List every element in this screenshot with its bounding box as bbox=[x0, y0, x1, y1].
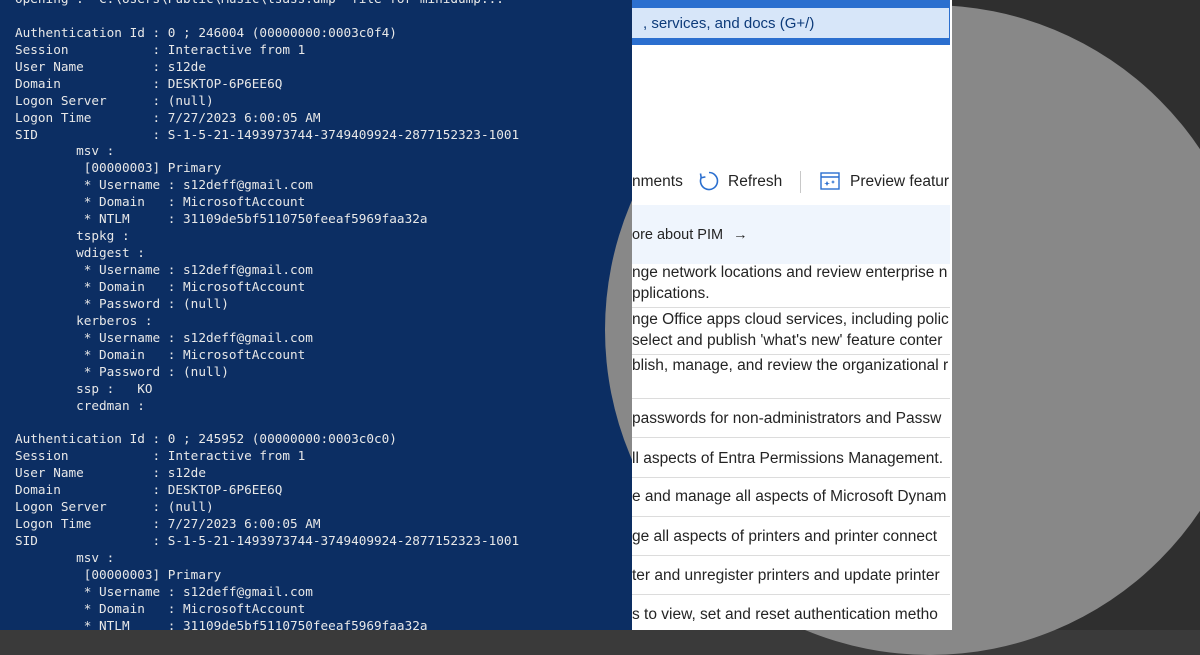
refresh-icon[interactable] bbox=[698, 170, 720, 192]
role-description-text: nge Office apps cloud services, includin… bbox=[632, 311, 949, 328]
row-divider bbox=[632, 307, 950, 308]
role-description-text: ge all aspects of printers and printer c… bbox=[632, 528, 938, 545]
banner-text: ore about PIM bbox=[632, 227, 724, 243]
role-description-text: e and manage all aspects of Microsoft Dy… bbox=[632, 488, 947, 505]
role-description-text: select and publish 'what's new' feature … bbox=[632, 332, 943, 349]
top-bar: , services, and docs (G+/) bbox=[632, 0, 950, 45]
terminal-output: Opening : 'C:\Users\Public\Music\lsass.d… bbox=[15, 0, 520, 630]
terminal-window[interactable]: Opening : 'C:\Users\Public\Music\lsass.d… bbox=[0, 0, 632, 630]
toolbar-divider bbox=[800, 171, 801, 193]
row-divider bbox=[632, 516, 950, 517]
role-description-text: blish, manage, and review the organizati… bbox=[632, 357, 949, 374]
preview-features-icon[interactable] bbox=[820, 172, 840, 190]
role-description-text: nge network locations and review enterpr… bbox=[632, 264, 948, 281]
preview-features-button[interactable]: Preview featur bbox=[850, 173, 949, 191]
role-description-text: ll aspects of Entra Permissions Manageme… bbox=[632, 450, 943, 467]
pim-info-banner: ore about PIM → bbox=[632, 205, 950, 264]
learn-more-pim-link[interactable]: ore about PIM → bbox=[632, 227, 748, 243]
role-description-text: passwords for non-administrators and Pas… bbox=[632, 410, 942, 427]
arrow-right-icon: → bbox=[733, 227, 748, 243]
refresh-button[interactable]: Refresh bbox=[728, 173, 782, 191]
row-divider bbox=[632, 555, 950, 556]
search-input[interactable]: , services, and docs (G+/) bbox=[632, 8, 949, 38]
azure-portal-panel: , services, and docs (G+/) nments Refres… bbox=[632, 0, 952, 630]
search-placeholder: , services, and docs (G+/) bbox=[643, 15, 815, 32]
command-toolbar: nments Refresh Preview featur bbox=[632, 166, 952, 200]
row-divider bbox=[632, 398, 950, 399]
assignments-button[interactable]: nments bbox=[632, 173, 683, 191]
row-divider bbox=[632, 437, 950, 438]
row-divider bbox=[632, 477, 950, 478]
role-description-text: pplications. bbox=[632, 285, 710, 302]
row-divider bbox=[632, 594, 950, 595]
role-description-text: ter and unregister printers and update p… bbox=[632, 567, 940, 584]
role-description-text: s to view, set and reset authentication … bbox=[632, 606, 938, 623]
